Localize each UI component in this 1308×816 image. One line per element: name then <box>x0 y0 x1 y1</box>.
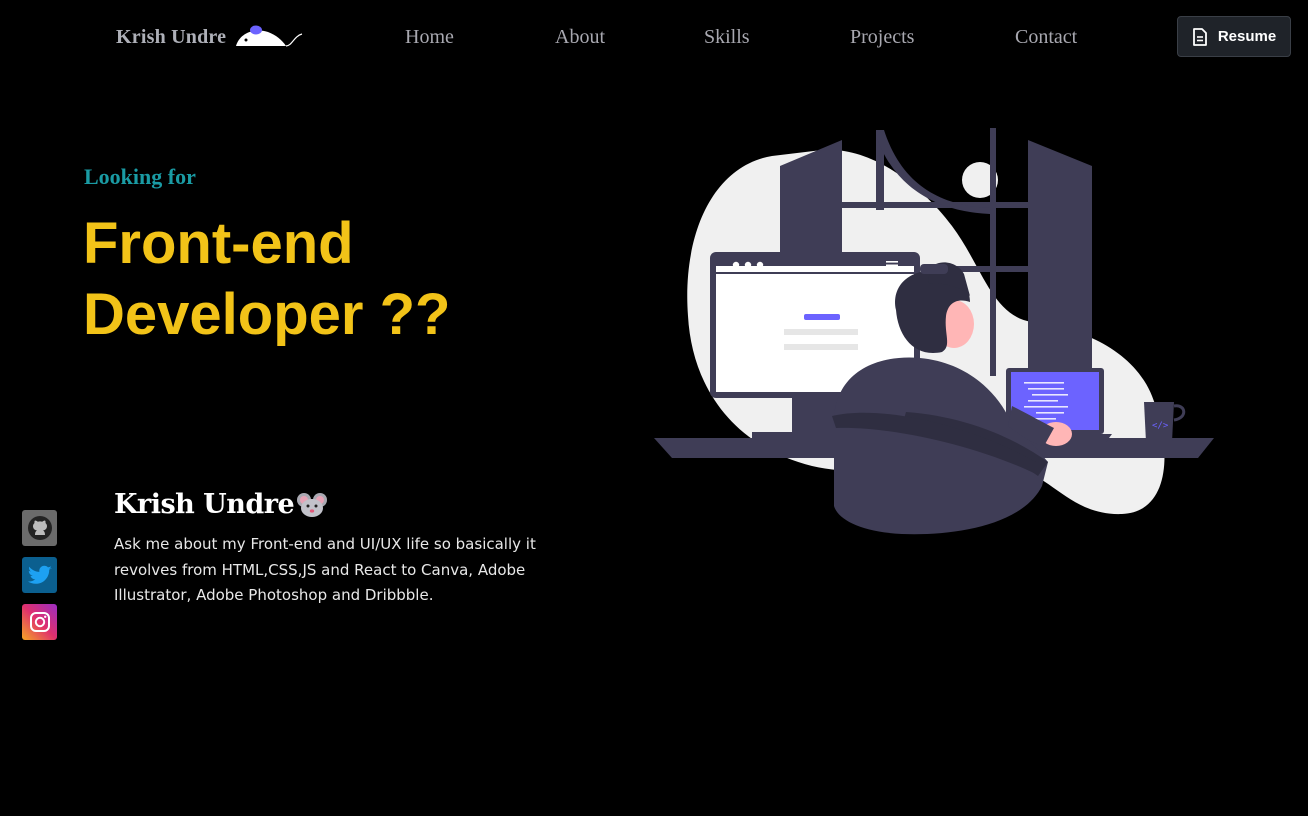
resume-label: Resume <box>1217 28 1277 45</box>
hero-kicker: Looking for <box>84 164 196 189</box>
twitter-link[interactable] <box>22 557 57 593</box>
bio-name-text: Krish Undre <box>114 489 295 520</box>
nav-link-contact[interactable]: Contact <box>1015 26 1077 49</box>
nav-link-projects[interactable]: Projects <box>850 26 914 49</box>
developer-illustration: </> <box>654 128 1214 535</box>
bio-name: Krish Undre <box>114 489 328 520</box>
github-icon <box>27 516 52 540</box>
nav-link-skills[interactable]: Skills <box>704 26 750 49</box>
instagram-icon <box>29 612 50 632</box>
nav-link-about[interactable]: About <box>555 26 605 49</box>
resume-button[interactable]: Resume <box>1177 16 1291 57</box>
brand-logo[interactable]: Krish Undre <box>116 22 306 52</box>
headline-line-2: Developer ?? <box>83 282 451 347</box>
instagram-link[interactable] <box>22 604 57 640</box>
headline-line-1: Front-end <box>83 211 354 276</box>
navbar: Krish Undre Home About Skills Projects C… <box>0 0 1308 76</box>
github-link[interactable] <box>22 510 57 546</box>
brand-name: Krish Undre <box>116 25 227 48</box>
mouse-logo-icon <box>236 25 303 47</box>
twitter-icon <box>27 565 52 584</box>
document-icon <box>1192 27 1207 46</box>
svg-text:</>: </> <box>1152 421 1169 431</box>
bio-description: Ask me about my Front-end and UI/UX life… <box>114 535 536 604</box>
nav-link-home[interactable]: Home <box>405 26 454 49</box>
mouse-face-icon <box>297 492 328 517</box>
hero-headline: Front-end Developer ?? <box>83 208 450 350</box>
